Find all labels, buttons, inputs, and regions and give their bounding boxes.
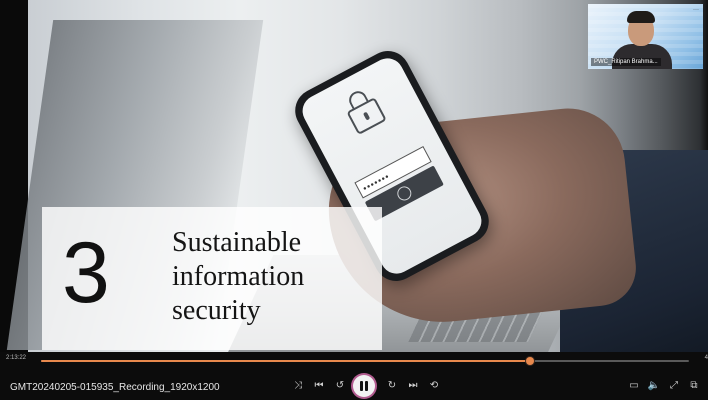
seek-handle[interactable]: [526, 357, 535, 365]
player-controls-bar: 2:13:22 4 GMT20240205-015935_Recording_1…: [0, 352, 708, 400]
forward-30-icon[interactable]: ↻: [384, 378, 400, 394]
seek-bar[interactable]: [41, 357, 689, 365]
pause-button[interactable]: [353, 375, 375, 397]
volume-icon[interactable]: 🔈: [646, 378, 662, 394]
slide-number: 3: [62, 225, 110, 321]
slide-title-line: information: [172, 261, 305, 292]
subtitles-icon[interactable]: ▭: [626, 378, 642, 394]
next-icon[interactable]: ⏭: [405, 378, 421, 394]
seek-bar-progress: [41, 360, 531, 362]
total-time: 4: [704, 355, 708, 361]
shuffle-icon[interactable]: ⤨: [290, 378, 306, 394]
file-name-label: GMT20240205-015935_Recording_1920x1200: [10, 382, 220, 393]
previous-icon[interactable]: ⏮: [311, 378, 327, 394]
participant-name-label: PWC_Ritipan Brahma...: [591, 58, 661, 66]
miniplayer-icon[interactable]: ⧉: [686, 378, 702, 394]
media-player: ••••••• 3 Sustainable information securi…: [0, 0, 708, 400]
webcam-thumbnail[interactable]: ··· PWC_Ritipan Brahma...: [588, 4, 703, 69]
repeat-icon[interactable]: ⟲: [426, 378, 442, 394]
slide-title-line: Sustainable: [172, 227, 302, 258]
fullscreen-icon[interactable]: ⤢: [666, 378, 682, 394]
webcam-options-icon[interactable]: ···: [693, 7, 699, 13]
participant-hair: [627, 11, 655, 23]
rewind-10-icon[interactable]: ↺: [332, 378, 348, 394]
padlock-icon: [346, 97, 387, 136]
video-frame[interactable]: ••••••• 3 Sustainable information securi…: [0, 0, 708, 352]
slide-title-line: security: [172, 295, 261, 326]
current-time: 2:13:22: [6, 355, 27, 361]
slide-title: Sustainable information security: [172, 226, 372, 328]
